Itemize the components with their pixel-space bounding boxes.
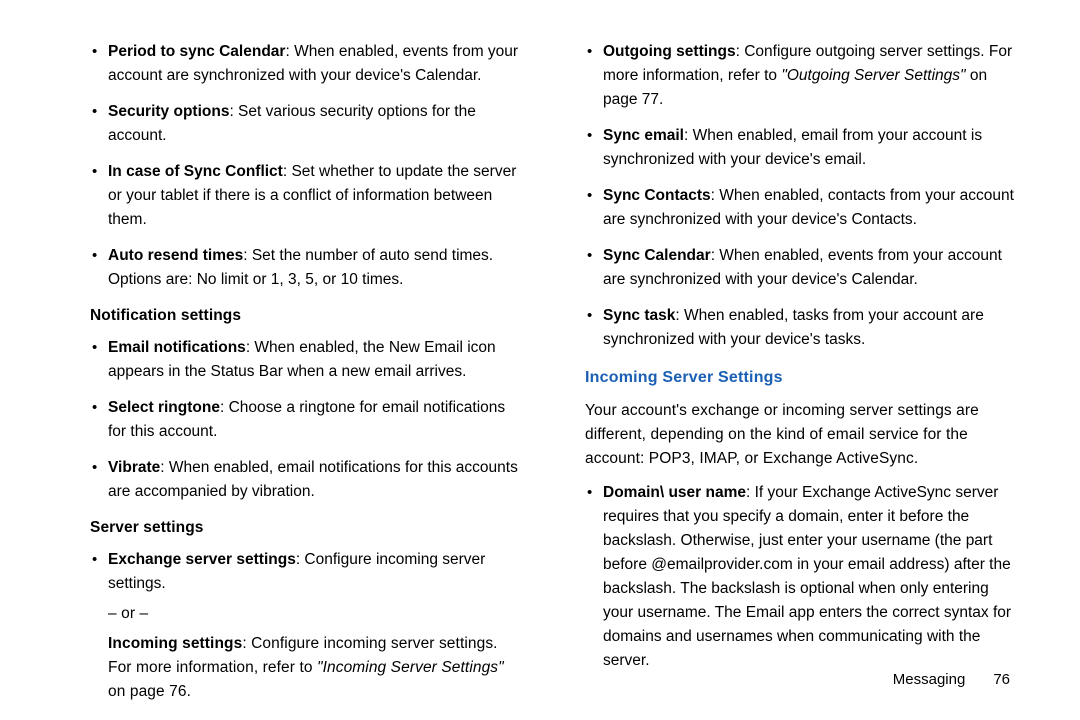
footer-section-label: Messaging xyxy=(893,671,966,688)
list-item: Period to sync Calendar: When enabled, e… xyxy=(90,40,525,88)
term: Sync task xyxy=(603,307,675,324)
list-item: Outgoing settings: Configure outgoing se… xyxy=(585,40,1020,112)
list-item: Exchange server settings: Configure inco… xyxy=(90,548,525,596)
list-item: In case of Sync Conflict: Set whether to… xyxy=(90,160,525,232)
list-item: Vibrate: When enabled, email notificatio… xyxy=(90,456,525,504)
term: Period to sync Calendar xyxy=(108,43,285,60)
list-item: Select ringtone: Choose a ringtone for e… xyxy=(90,396,525,444)
desc: : When enabled, email notifications for … xyxy=(108,459,518,500)
term: Exchange server settings xyxy=(108,551,296,568)
list-item: Sync email: When enabled, email from you… xyxy=(585,124,1020,172)
intro-paragraph: Your account's exchange or incoming serv… xyxy=(585,399,1020,471)
term: Outgoing settings xyxy=(603,43,736,60)
cross-ref: "Outgoing Server Settings" xyxy=(781,67,965,84)
desc: : If your Exchange ActiveSync server req… xyxy=(603,484,1011,669)
or-separator: – or – xyxy=(90,602,525,626)
term: Vibrate xyxy=(108,459,160,476)
incoming-settings-note: Incoming settings: Configure incoming se… xyxy=(90,632,525,704)
term: Select ringtone xyxy=(108,399,220,416)
list-item: Sync Calendar: When enabled, events from… xyxy=(585,244,1020,292)
incoming-server-settings-title: Incoming Server Settings xyxy=(585,366,1020,391)
page-footer: Messaging 76 xyxy=(893,671,1010,688)
desc-b: on page 76. xyxy=(108,683,191,700)
manual-page: Period to sync Calendar : When enabled, e… xyxy=(0,0,1080,720)
right-column: Outgoing settings: Configure outgoing se… xyxy=(555,40,1020,690)
term: Auto resend times xyxy=(108,247,243,264)
list-item: Domain\ user name: If your Exchange Acti… xyxy=(585,481,1020,673)
footer-page-number: 76 xyxy=(993,671,1010,688)
term: In case of Sync Conflict xyxy=(108,163,283,180)
left-column: Period to sync Calendar : When enabled, e… xyxy=(90,40,555,690)
cross-ref: "Incoming Server Settings" xyxy=(317,659,504,676)
server-settings-heading: Server settings xyxy=(90,516,525,540)
list-item: Email notifications: When enabled, the N… xyxy=(90,336,525,384)
term: Security options xyxy=(108,103,229,120)
term: Sync email xyxy=(603,127,684,144)
term: Email notifications xyxy=(108,339,246,356)
notification-settings-heading: Notification settings xyxy=(90,304,525,328)
list-item: Sync Contacts: When enabled, contacts fr… xyxy=(585,184,1020,232)
term: Domain\ user name xyxy=(603,484,746,501)
list-item: Sync task: When enabled, tasks from your… xyxy=(585,304,1020,352)
term: Incoming settings xyxy=(108,635,242,652)
term: Sync Calendar xyxy=(603,247,711,264)
term: Sync Contacts xyxy=(603,187,711,204)
list-item: Auto resend times: Set the number of aut… xyxy=(90,244,525,292)
list-item: Security options: Set various security o… xyxy=(90,100,525,148)
